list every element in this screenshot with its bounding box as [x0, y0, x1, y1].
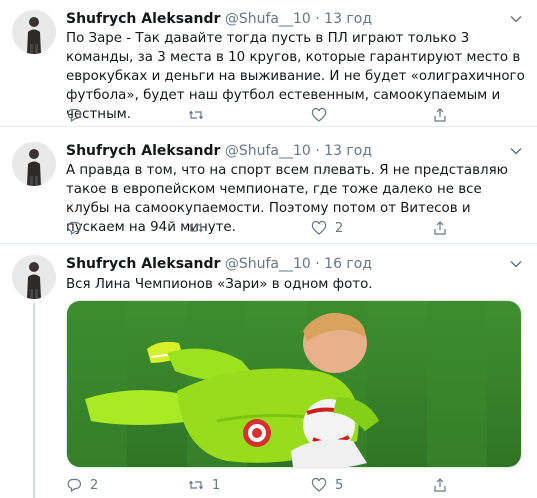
- user-handle[interactable]: @Shufa__10: [225, 143, 311, 159]
- timestamp[interactable]: 16 год: [324, 256, 372, 272]
- avatar-image: [12, 255, 56, 299]
- tweet-actions: [66, 106, 526, 124]
- chevron-down-icon[interactable]: [509, 257, 523, 271]
- timestamp[interactable]: 13 год: [324, 143, 372, 159]
- avatar-image: [12, 10, 56, 54]
- retweet-count: 1: [212, 477, 221, 493]
- chevron-down-icon[interactable]: [509, 12, 523, 26]
- tweet-2[interactable]: Shufrych Aleksandr @Shufa__10 · 13 год А…: [0, 127, 537, 243]
- separator-dot: ·: [315, 256, 320, 272]
- reply-button[interactable]: 2: [66, 476, 98, 494]
- tweet-photo[interactable]: [66, 300, 522, 468]
- display-name[interactable]: Shufrych Aleksandr: [66, 11, 220, 27]
- like-count: 5: [335, 477, 344, 493]
- reply-icon: [67, 478, 82, 493]
- share-icon: [434, 478, 446, 492]
- like-button[interactable]: 2: [311, 219, 343, 237]
- retweet-icon: [189, 223, 203, 233]
- reply-icon: [67, 221, 82, 236]
- share-icon: [434, 221, 446, 235]
- share-button[interactable]: [432, 476, 448, 494]
- tweet-text: Вся Лина Чемпионов «Зари» в одном фото.: [66, 277, 373, 292]
- avatar[interactable]: [12, 142, 56, 186]
- retweet-button[interactable]: [188, 219, 212, 237]
- tweet-actions: 2: [66, 219, 526, 237]
- tweet-actions: 2 1 5: [66, 476, 526, 494]
- timestamp[interactable]: 13 год: [324, 11, 372, 27]
- chevron-down-icon[interactable]: [509, 144, 523, 158]
- tweet-header: Shufrych Aleksandr @Shufa__10 · 13 год: [66, 142, 372, 160]
- retweet-button[interactable]: [188, 106, 212, 124]
- reply-button[interactable]: [66, 106, 90, 124]
- heart-icon: [311, 220, 327, 235]
- like-button[interactable]: 5: [311, 476, 343, 494]
- avatar-image: [12, 142, 56, 186]
- like-count: 2: [335, 220, 344, 236]
- display-name[interactable]: Shufrych Aleksandr: [66, 143, 220, 159]
- heart-icon: [311, 477, 327, 492]
- heart-icon: [311, 107, 327, 122]
- tweet-1[interactable]: Shufrych Aleksandr @Shufa__10 · 13 год П…: [0, 0, 537, 125]
- reply-icon: [67, 108, 82, 123]
- goalkeeper-photo: [67, 301, 521, 467]
- thread-line: [33, 303, 35, 498]
- avatar[interactable]: [12, 255, 56, 299]
- user-handle[interactable]: @Shufa__10: [225, 11, 311, 27]
- retweet-button[interactable]: 1: [188, 476, 220, 494]
- share-button[interactable]: [432, 219, 448, 237]
- display-name[interactable]: Shufrych Aleksandr: [66, 256, 220, 272]
- separator-dot: ·: [315, 143, 320, 159]
- tweet-header: Shufrych Aleksandr @Shufa__10 · 16 год: [66, 255, 372, 273]
- reply-button[interactable]: [66, 219, 90, 237]
- share-icon: [434, 108, 446, 122]
- reply-count: 2: [90, 477, 99, 493]
- retweet-icon: [189, 110, 203, 120]
- like-button[interactable]: [311, 106, 335, 124]
- user-handle[interactable]: @Shufa__10: [225, 256, 311, 272]
- avatar[interactable]: [12, 10, 56, 54]
- share-button[interactable]: [432, 106, 448, 124]
- retweet-icon: [189, 480, 203, 490]
- separator-dot: ·: [315, 11, 320, 27]
- tweet-header: Shufrych Aleksandr @Shufa__10 · 13 год: [66, 10, 372, 28]
